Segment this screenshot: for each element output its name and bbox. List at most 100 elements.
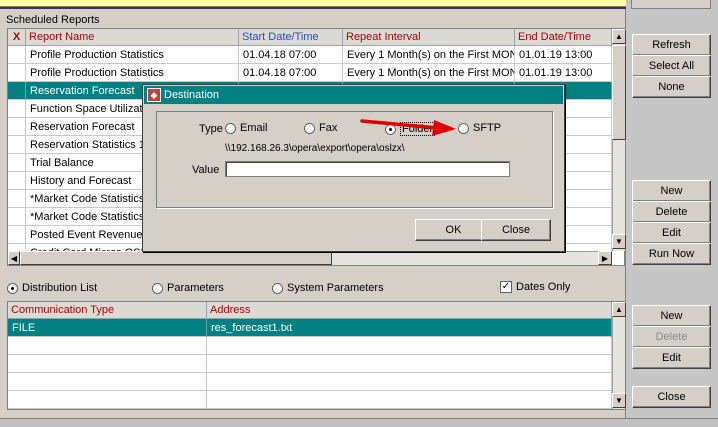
hscroll-thumb[interactable] bbox=[20, 251, 332, 265]
report-cell-x bbox=[8, 154, 26, 172]
type-fax-radio[interactable]: Fax bbox=[304, 122, 337, 134]
type-sftp-radio[interactable]: SFTP bbox=[458, 122, 501, 134]
col-repeat-interval[interactable]: Repeat Interval bbox=[343, 29, 515, 46]
ok-label: OK bbox=[445, 224, 462, 236]
report-cell-x bbox=[8, 136, 26, 154]
col-report-name[interactable]: Report Name bbox=[26, 29, 239, 46]
comm-cell-type bbox=[8, 373, 207, 391]
top-partial-button[interactable] bbox=[631, 0, 711, 9]
report-cell-x bbox=[8, 190, 26, 208]
parameters-radio[interactable]: Parameters bbox=[152, 282, 224, 294]
value-label: Value bbox=[192, 164, 220, 176]
run-now-button[interactable]: Run Now bbox=[632, 243, 711, 265]
dialog-close-button[interactable]: Close bbox=[481, 219, 551, 241]
radio-dot bbox=[7, 282, 18, 294]
comm-cell-type bbox=[8, 337, 207, 355]
comm-cell-type: FILE bbox=[8, 319, 207, 337]
comm-row[interactable]: FILE res_forecast1.txt bbox=[8, 319, 612, 337]
scroll-down-icon[interactable]: ▼ bbox=[612, 393, 626, 408]
sftp-label: SFTP bbox=[473, 122, 502, 134]
delete-label: Delete bbox=[655, 206, 688, 218]
radio-dot bbox=[152, 282, 163, 294]
distribution-list-radio[interactable]: Distribution List bbox=[7, 282, 97, 294]
value-input[interactable] bbox=[225, 161, 510, 177]
new-comm-label: New bbox=[660, 310, 683, 322]
report-cell-x bbox=[8, 208, 26, 226]
comm-cell-address bbox=[207, 337, 612, 355]
window-top-strip bbox=[0, 0, 628, 7]
reports-horizontal-scrollbar[interactable]: ◀ ▶ bbox=[8, 251, 612, 265]
dates-only-label: Dates Only bbox=[516, 281, 571, 293]
new-comm-button[interactable]: New bbox=[632, 305, 711, 327]
comm-row[interactable] bbox=[8, 337, 612, 355]
report-cell-x bbox=[8, 82, 26, 100]
report-cell-name: Profile Production Statistics bbox=[26, 46, 239, 64]
destination-path: \\192.168.26.3\opera\export\opera\oslzx\ bbox=[225, 143, 405, 154]
edit-comm-button[interactable]: Edit bbox=[632, 347, 711, 369]
report-cell-start: 01.04.18 07:00 bbox=[239, 46, 343, 64]
col-end-date[interactable]: End Date/Time bbox=[515, 29, 612, 46]
type-label: Type bbox=[199, 123, 223, 135]
report-cell-x bbox=[8, 172, 26, 190]
select-all-button[interactable]: Select All bbox=[632, 55, 711, 77]
report-cell-repeat: Every 1 Month(s) on the First MON,TUE,WE… bbox=[343, 46, 515, 64]
scroll-up-icon[interactable]: ▲ bbox=[612, 29, 626, 44]
scroll-down-icon[interactable]: ▼ bbox=[612, 234, 626, 249]
radio-dot bbox=[272, 282, 283, 294]
scroll-right-icon[interactable]: ▶ bbox=[598, 251, 612, 265]
col-start-date[interactable]: Start Date/Time bbox=[239, 29, 343, 46]
col-communication-type[interactable]: Communication Type bbox=[8, 302, 207, 319]
close-button[interactable]: Close bbox=[632, 386, 711, 408]
report-cell-name: Profile Production Statistics bbox=[26, 64, 239, 82]
scroll-thumb[interactable] bbox=[612, 45, 626, 140]
checkmark-icon: ✓ bbox=[500, 281, 512, 293]
report-cell-x bbox=[8, 64, 26, 82]
dialog-group: Type Email Fax Folder SFTP \\192.168.26.… bbox=[156, 111, 553, 208]
col-address[interactable]: Address bbox=[207, 302, 612, 319]
edit-label: Edit bbox=[662, 227, 681, 239]
new-label: New bbox=[660, 185, 683, 197]
refresh-button[interactable]: Refresh bbox=[632, 34, 711, 56]
scroll-left-icon[interactable]: ◀ bbox=[8, 251, 20, 265]
none-button[interactable]: None bbox=[632, 76, 711, 98]
report-cell-x bbox=[8, 46, 26, 64]
radio-dot bbox=[304, 122, 315, 134]
report-cell-x bbox=[8, 100, 26, 118]
comm-cell-address bbox=[207, 391, 612, 409]
report-cell-end: 01.01.19 13:00 bbox=[515, 46, 612, 64]
delete-comm-button[interactable]: Delete bbox=[632, 326, 711, 348]
type-email-radio[interactable]: Email bbox=[225, 122, 268, 134]
edit-report-button[interactable]: Edit bbox=[632, 222, 711, 244]
comm-row[interactable] bbox=[8, 355, 612, 373]
dates-only-checkbox[interactable]: ✓ Dates Only bbox=[500, 281, 570, 293]
reports-vertical-scrollbar[interactable]: ▲ ▼ bbox=[612, 29, 626, 251]
select-all-label: Select All bbox=[648, 60, 695, 72]
report-cell-x bbox=[8, 118, 26, 136]
comm-cell-address: res_forecast1.txt bbox=[207, 319, 612, 337]
delete-report-button[interactable]: Delete bbox=[632, 201, 711, 223]
comm-cell-type bbox=[8, 391, 207, 409]
comm-vertical-scrollbar[interactable]: ▲ ▼ bbox=[612, 302, 626, 409]
report-cell-end: 01.01.19 13:00 bbox=[515, 64, 612, 82]
edit-comm-label: Edit bbox=[662, 352, 681, 364]
app-icon: ◆ bbox=[147, 88, 161, 102]
none-label: None bbox=[658, 81, 685, 93]
col-x: X bbox=[8, 29, 26, 46]
scheduled-reports-title: Scheduled Reports bbox=[6, 14, 100, 26]
scroll-up-icon[interactable]: ▲ bbox=[612, 302, 626, 317]
new-report-button[interactable]: New bbox=[632, 180, 711, 202]
radio-dot bbox=[225, 122, 236, 134]
report-cell-x bbox=[8, 226, 26, 244]
report-row[interactable]: Profile Production Statistics 01.04.18 07… bbox=[8, 46, 612, 64]
comm-row[interactable] bbox=[8, 391, 612, 409]
dialog-title-bar[interactable]: ◆ Destination bbox=[144, 86, 563, 104]
destination-dialog: ◆ Destination Type Email Fax Folder SFTP… bbox=[142, 84, 565, 252]
distribution-list-label: Distribution List bbox=[22, 282, 98, 294]
report-cell-repeat: Every 1 Month(s) on the First MON,TUE,WE… bbox=[343, 64, 515, 82]
dialog-title: Destination bbox=[164, 89, 220, 101]
report-row[interactable]: Profile Production Statistics 01.04.18 07… bbox=[8, 64, 612, 82]
comm-row[interactable] bbox=[8, 373, 612, 391]
comm-header: Communication Type Address bbox=[8, 302, 612, 319]
annotation-arrow-icon bbox=[360, 119, 456, 136]
system-parameters-radio[interactable]: System Parameters bbox=[272, 282, 384, 294]
